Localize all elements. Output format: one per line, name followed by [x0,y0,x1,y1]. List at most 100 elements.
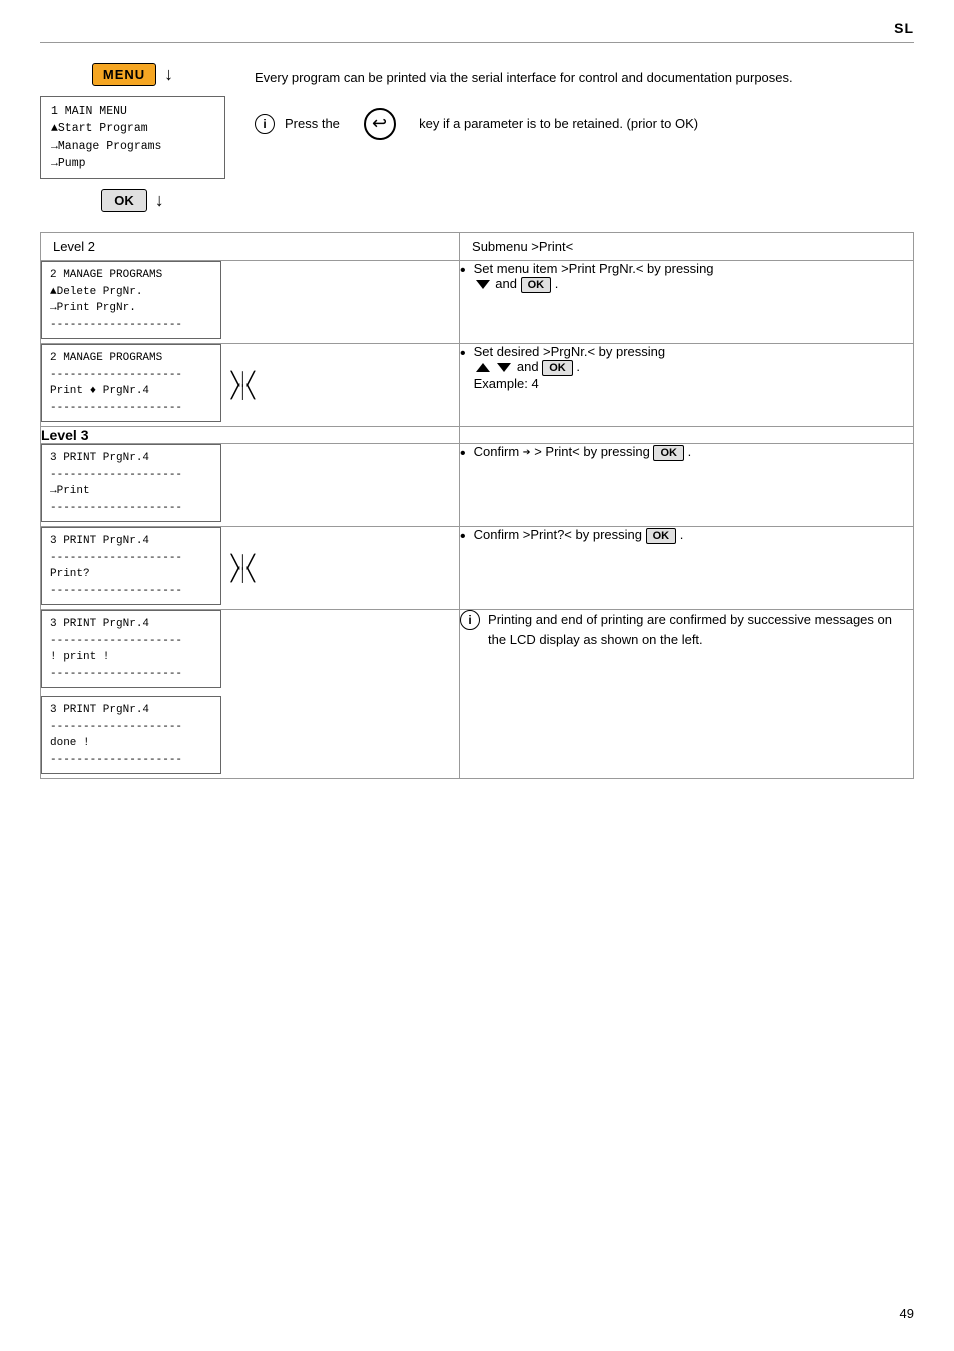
info-row: i Press the ↩ key if a parameter is to b… [255,108,914,140]
lcd-r2-l4: -------------------- [50,400,212,417]
lcd-row2: 2 MANAGE PROGRAMS -------------------- P… [41,344,221,422]
confirm-text-2: Confirm >Print?< by pressing [474,527,646,542]
bullet-dot-l3-1: • [460,446,466,462]
row2-left-inner: 2 MANAGE PROGRAMS -------------------- P… [41,344,459,426]
bullet-text-1: Set menu item >Print PrgNr.< by pressing [474,261,714,276]
arrow-down-icon: ↓ [164,64,173,85]
lcd-r1-l4: -------------------- [50,317,212,334]
lcd-r2-l1: 2 MANAGE PROGRAMS [50,350,212,367]
level3-row3-right: i Printing and end of printing are confi… [460,610,914,779]
lcd-row1: 2 MANAGE PROGRAMS ▲Delete PrgNr. →Print … [41,261,221,339]
lcd-r1-l3: →Print PrgNr. [50,300,212,317]
lcd-l3r1-l2: -------------------- [50,467,212,484]
left-panel: MENU ↓ 1 MAIN MENU ▲Start Program →Manag… [40,63,225,212]
lcd-l3r4-l4: -------------------- [50,752,212,769]
ok-button[interactable]: OK [101,189,147,212]
lcd-l3r4-l3: done ! [50,735,212,752]
lcd-l3r3-l4: -------------------- [50,666,212,683]
level3-row2-right: • Confirm >Print?< by pressing OK . [460,527,914,610]
bullet-item-l3-1: • Confirm ➔ > Print< by pressing OK . [460,444,913,462]
undo-key-icon: ↩ [364,108,396,140]
level3-header-right [460,427,914,444]
menu-button[interactable]: MENU [92,63,156,86]
ok-row: OK ↓ [101,189,164,212]
lcd-l3r1: 3 PRINT PrgNr.4 -------------------- →Pr… [41,444,221,522]
period-l3-2: . [680,527,684,542]
confirm-text-1: Confirm [474,444,523,459]
and-text-1: and [495,276,520,291]
main-table: Level 2 Submenu >Print< 2 MANAGE PROGRAM… [40,232,914,779]
page-number: 49 [900,1306,914,1321]
ok-inline-btn-1[interactable]: OK [521,277,552,293]
intro-text: Every program can be printed via the ser… [255,68,914,88]
lcd-l3r3-l1: 3 PRINT PrgNr.4 [50,616,212,633]
ok-inline-btn-l3-1[interactable]: OK [653,445,684,461]
lcd-l3r3-l3: ! print ! [50,649,212,666]
bullet-dot-1: • [460,263,466,279]
lcd-line1: 1 MAIN MENU [51,103,214,120]
bullet-dot-l3-2: • [460,529,466,545]
bullet-content-l3-1: Confirm ➔ > Print< by pressing OK . [474,444,692,461]
arrow-confirm-icon: ➔ [523,445,531,460]
lcd-line2: ▲Start Program [51,120,214,137]
info-text-l3: Printing and end of printing are confirm… [488,610,913,649]
level3-header-left: Level 3 [41,427,460,444]
ok-arrow-down-icon: ↓ [155,190,164,211]
level3-row2-left-inner: 3 PRINT PrgNr.4 -------------------- Pri… [41,527,459,609]
lcd-l3r1-l4: -------------------- [50,500,212,517]
level3-label: Level 3 [41,427,88,443]
level3-row2-left: 3 PRINT PrgNr.4 -------------------- Pri… [41,527,460,610]
up-arrow-tri-icon [476,363,490,372]
level3-row3-left: 3 PRINT PrgNr.4 -------------------- ! p… [41,610,460,779]
nav-arrows-col-l3-2: ╲│╱ ╱│╲ [231,555,255,581]
page: SL MENU ↓ 1 MAIN MENU ▲Start Program →Ma… [0,0,954,1351]
info-press-text2: key if a parameter is to be retained. (p… [419,116,698,131]
bullet-item-2: • Set desired >PrgNr.< by pressing and O… [460,344,913,391]
bullet-item-l3-2: • Confirm >Print?< by pressing OK . [460,527,913,545]
level3-row-3: 3 PRINT PrgNr.4 -------------------- ! p… [41,610,914,779]
lcd-r1-l2: ▲Delete PrgNr. [50,284,212,301]
bullet-content-2: Set desired >PrgNr.< by pressing and OK … [474,344,666,391]
level3-header-row: Level 3 [41,427,914,444]
lcd-l3r4-l1: 3 PRINT PrgNr.4 [50,702,212,719]
bullet-text-2: Set desired >PrgNr.< by pressing [474,344,666,359]
lcd-main-display: 1 MAIN MENU ▲Start Program →Manage Progr… [40,96,225,179]
lcd-l3r3: 3 PRINT PrgNr.4 -------------------- ! p… [41,610,221,688]
row2-left: 2 MANAGE PROGRAMS -------------------- P… [41,344,460,427]
bullet-content-l3-2: Confirm >Print?< by pressing OK . [474,527,684,544]
lcd-l3r4: 3 PRINT PrgNr.4 -------------------- don… [41,696,221,774]
level3-row1-left: 3 PRINT PrgNr.4 -------------------- →Pr… [41,444,460,527]
ok-inline-btn-2[interactable]: OK [542,360,573,376]
period-1: . [555,276,559,291]
lcd-r2-l3: Print ♦ PrgNr.4 [50,383,212,400]
example-text: Example: 4 [474,376,539,391]
table-row-2: 2 MANAGE PROGRAMS -------------------- P… [41,344,914,427]
level3-row1-right: • Confirm ➔ > Print< by pressing OK . [460,444,914,527]
info-press-text: Press the [285,116,340,131]
header-col-left: Level 2 [41,233,460,261]
info-icon-l3: i [460,610,480,630]
table-row-1: 2 MANAGE PROGRAMS ▲Delete PrgNr. →Print … [41,261,914,344]
lcd-l3r3-l2: -------------------- [50,633,212,650]
info-block-l3-3: i Printing and end of printing are confi… [460,610,913,649]
lcd-l3r2-l1: 3 PRINT PrgNr.4 [50,533,212,550]
down-arrow-tri-icon [476,280,490,289]
top-section: MENU ↓ 1 MAIN MENU ▲Start Program →Manag… [40,63,914,212]
bullet-content-1: Set menu item >Print PrgNr.< by pressing… [474,261,714,293]
lcd-l3r2: 3 PRINT PrgNr.4 -------------------- Pri… [41,527,221,605]
lcd-l3r4-l2: -------------------- [50,719,212,736]
lcd-line4: →Pump [51,155,214,172]
lcd-line3: →Manage Programs [51,138,214,155]
table-header-row: Level 2 Submenu >Print< [41,233,914,261]
and-text-2: and [517,359,542,374]
lcd-r1-l1: 2 MANAGE PROGRAMS [50,267,212,284]
level2-header: Level 2 [53,239,95,254]
down-arrow-tri-icon-2 [497,363,511,372]
ok-inline-btn-l3-2[interactable]: OK [646,528,677,544]
page-label: SL [894,20,914,36]
level3-row-1: 3 PRINT PrgNr.4 -------------------- →Pr… [41,444,914,527]
submenu-header: Submenu >Print< [472,239,573,254]
level3-row-2: 3 PRINT PrgNr.4 -------------------- Pri… [41,527,914,610]
row1-left: 2 MANAGE PROGRAMS ▲Delete PrgNr. →Print … [41,261,460,344]
period-2: . [576,359,580,374]
